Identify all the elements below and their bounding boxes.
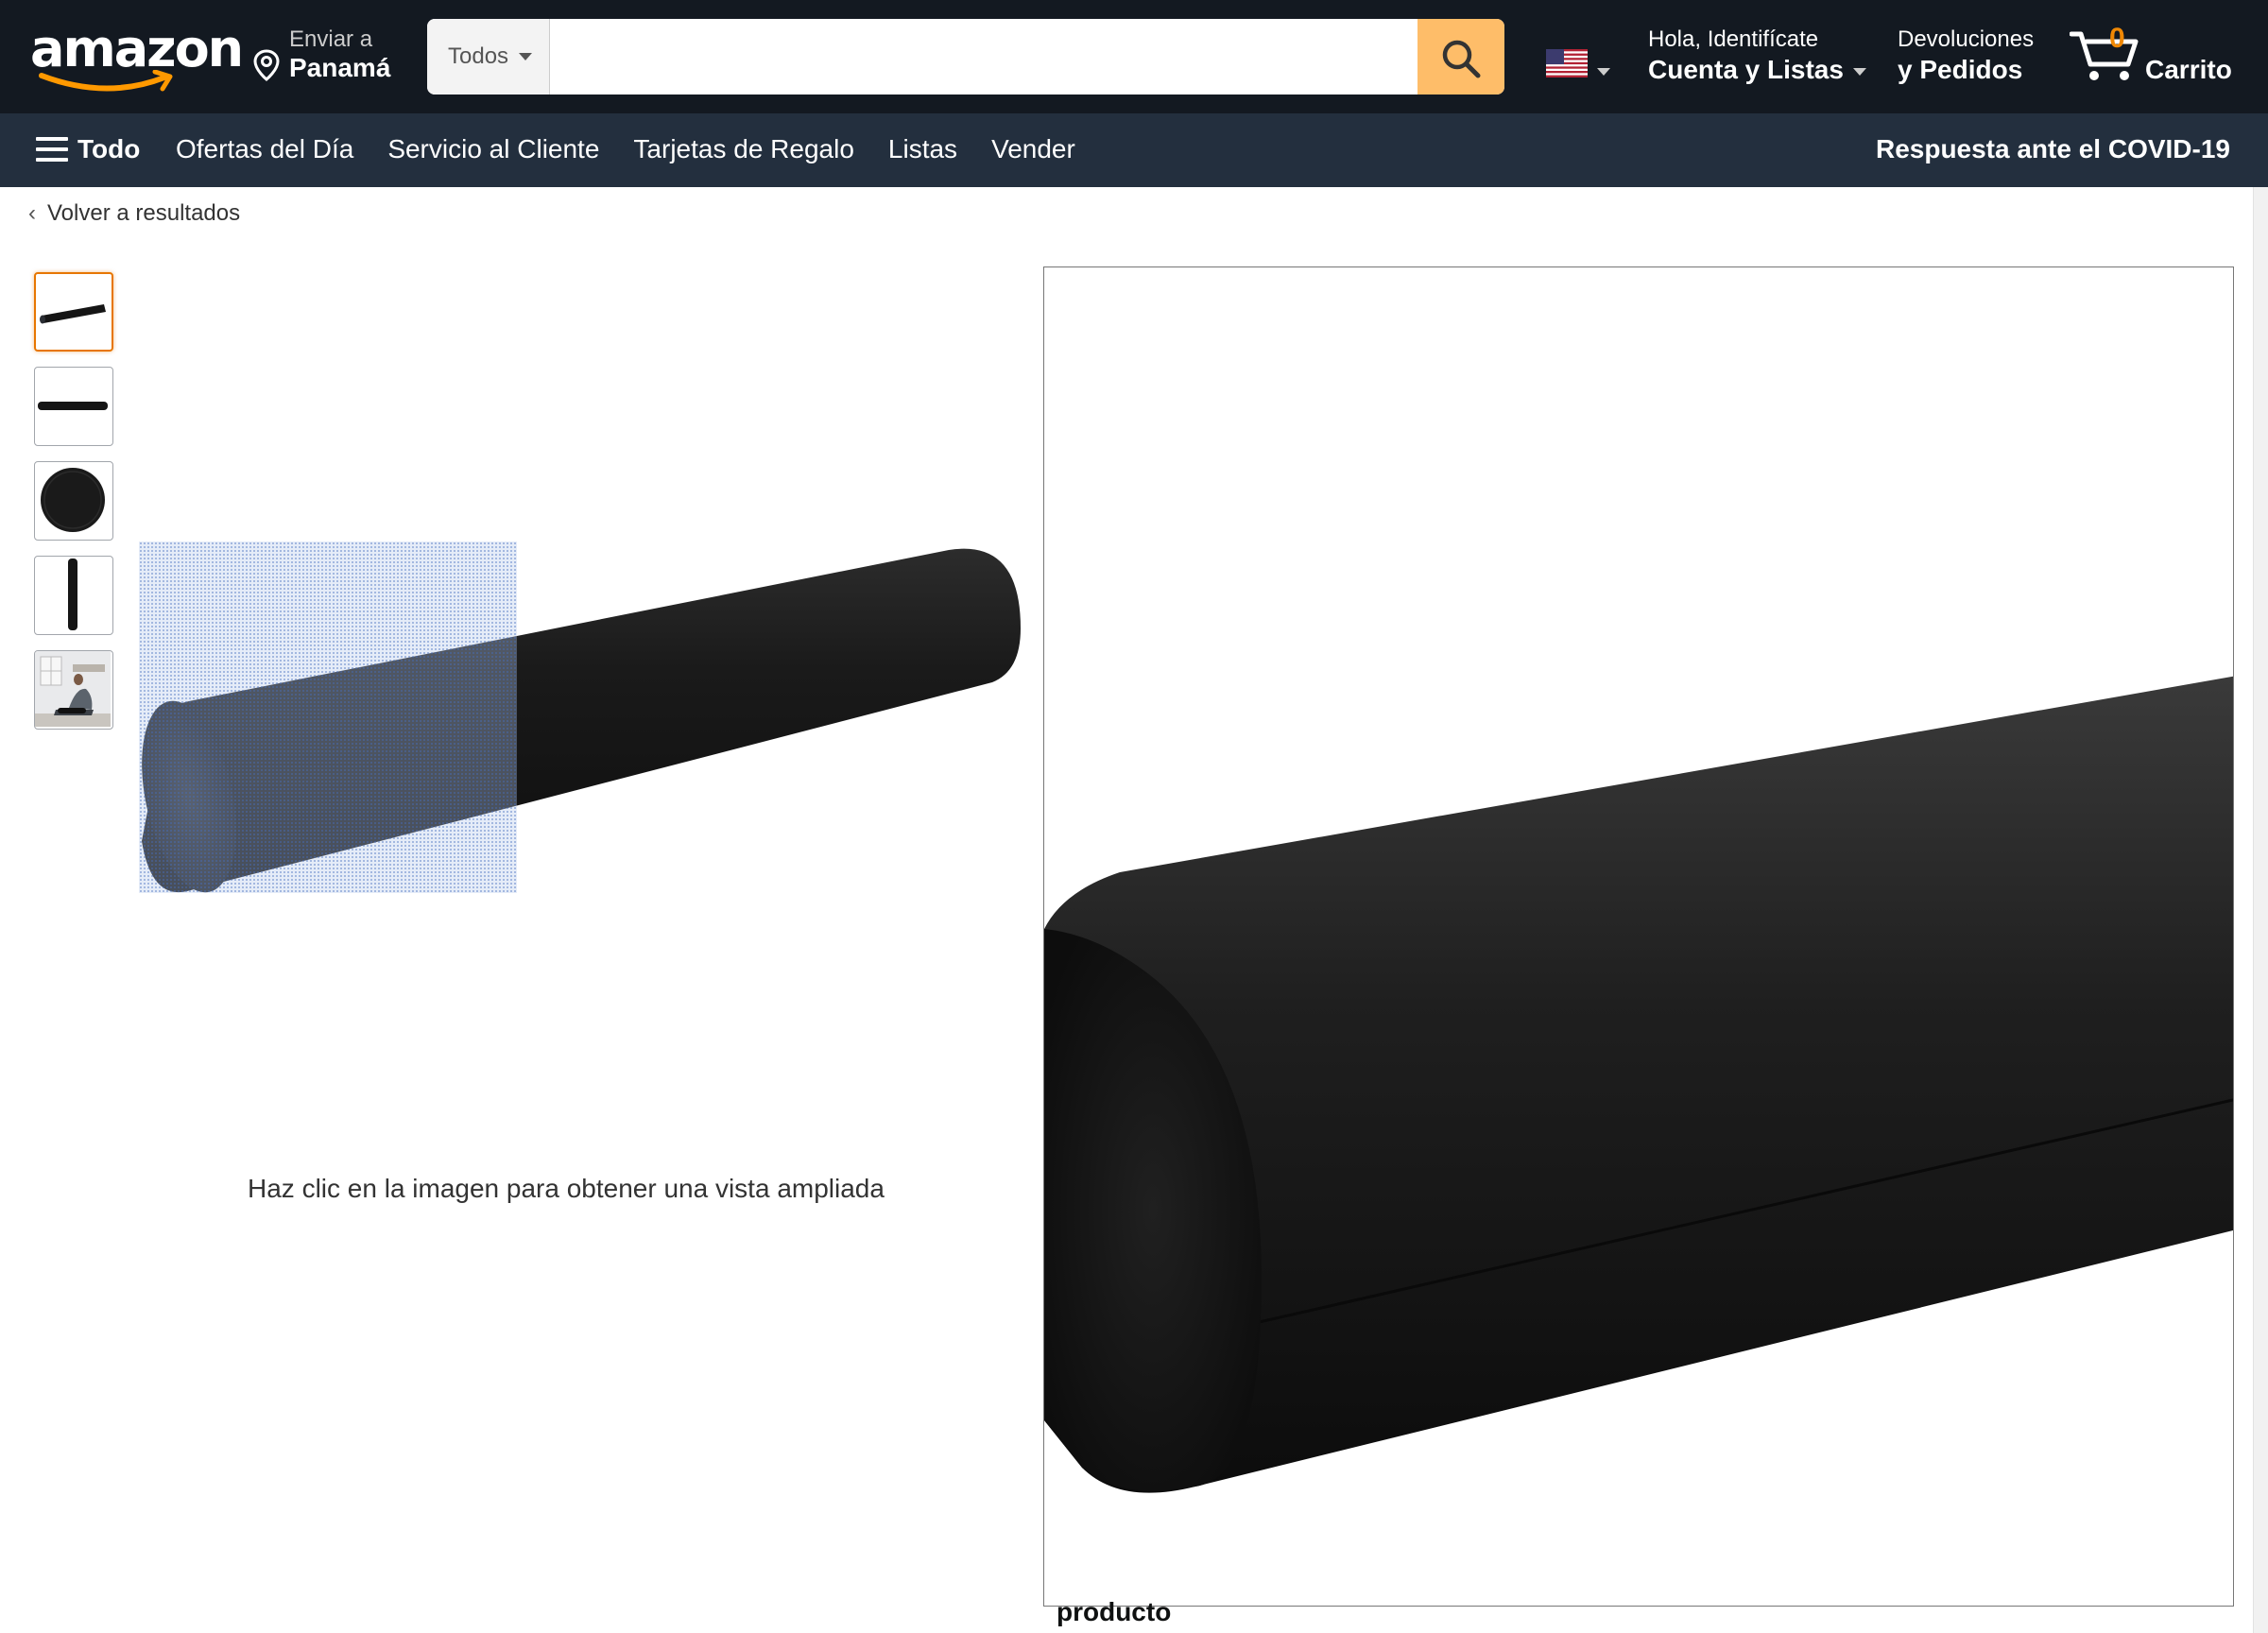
orders-label: y Pedidos: [1898, 55, 2023, 84]
chevron-left-icon: ‹: [28, 200, 36, 226]
back-to-results-link[interactable]: ‹ Volver a resultados: [28, 200, 240, 227]
back-to-results-label: Volver a resultados: [47, 200, 241, 226]
chevron-down-icon[interactable]: [1597, 68, 1610, 76]
cart-button[interactable]: 0 Carrito: [2070, 23, 2240, 91]
foam-roller-image: [68, 559, 77, 630]
search-icon: [1442, 40, 1481, 78]
nav-main-bar: Todo Ofertas del Día Servicio al Cliente…: [0, 113, 2268, 187]
search-category-select[interactable]: Todos: [427, 19, 550, 95]
thumbnail-foam-roller-angled[interactable]: [34, 272, 113, 352]
cart-icon: [2070, 31, 2139, 80]
all-menu-label: Todo: [77, 134, 141, 163]
nav-link-covid[interactable]: Respuesta ante el COVID-19: [1876, 134, 2230, 164]
us-flag-icon[interactable]: [1546, 49, 1588, 77]
thumbnail-person-using-roller[interactable]: [34, 650, 113, 730]
nav-link-deals[interactable]: Ofertas del Día: [176, 134, 353, 164]
returns-label: Devoluciones: [1898, 26, 2035, 52]
deliver-location: Panamá: [289, 53, 391, 82]
search-bar: Todos: [427, 19, 1504, 95]
cart-count: 0: [2109, 23, 2125, 54]
product-section-heading: producto: [1057, 1597, 1172, 1626]
nav-link-customer-service[interactable]: Servicio al Cliente: [387, 134, 599, 164]
account-menu[interactable]: Hola, Identifícate Cuenta y Listas: [1648, 26, 1866, 85]
zoomed-product-image: [1044, 676, 2233, 1493]
chevron-down-icon: [1852, 67, 1866, 76]
chevron-down-icon: [519, 53, 532, 60]
all-menu-button[interactable]: Todo: [36, 134, 140, 164]
account-greeting: Hola, Identifícate: [1648, 26, 1819, 52]
zoom-lens-overlay[interactable]: [139, 541, 517, 893]
thumbnail-foam-roller-vertical[interactable]: [34, 556, 113, 635]
logo-wordmark: amazon: [30, 19, 244, 78]
nav-top-bar: amazon Enviar a Panamá Todos Hola, Ident…: [0, 0, 2268, 113]
foam-roller-image: [40, 304, 106, 324]
returns-orders[interactable]: Devoluciones y Pedidos: [1898, 26, 2034, 85]
lifestyle-photo: [35, 651, 111, 727]
amazon-logo[interactable]: amazon: [30, 21, 244, 93]
hamburger-menu-icon: [36, 137, 68, 162]
account-lists-label: Cuenta y Listas: [1648, 55, 1844, 84]
nav-link-lists[interactable]: Listas: [888, 134, 957, 164]
thumbnail-foam-roller-side[interactable]: [34, 367, 113, 446]
zoom-preview-pane: [1043, 266, 2234, 1607]
cart-label: Carrito: [2145, 55, 2232, 84]
logo-smile-icon: [39, 70, 173, 92]
search-button[interactable]: [1418, 19, 1504, 95]
thumbnail-foam-roller-end[interactable]: [34, 461, 113, 541]
search-category-label: Todos: [448, 43, 509, 69]
nav-link-gift-cards[interactable]: Tarjetas de Regalo: [633, 134, 853, 164]
zoom-hint-text: Haz clic en la imagen para obtener una v…: [248, 1174, 885, 1203]
foam-roller-image: [41, 468, 105, 532]
page-scrollbar[interactable]: [2253, 187, 2268, 1633]
deliver-label: Enviar a: [289, 26, 373, 52]
nav-link-sell[interactable]: Vender: [991, 134, 1075, 164]
foam-roller-image: [38, 402, 108, 410]
search-input[interactable]: [550, 19, 1418, 95]
location-pin-icon: [253, 49, 280, 81]
